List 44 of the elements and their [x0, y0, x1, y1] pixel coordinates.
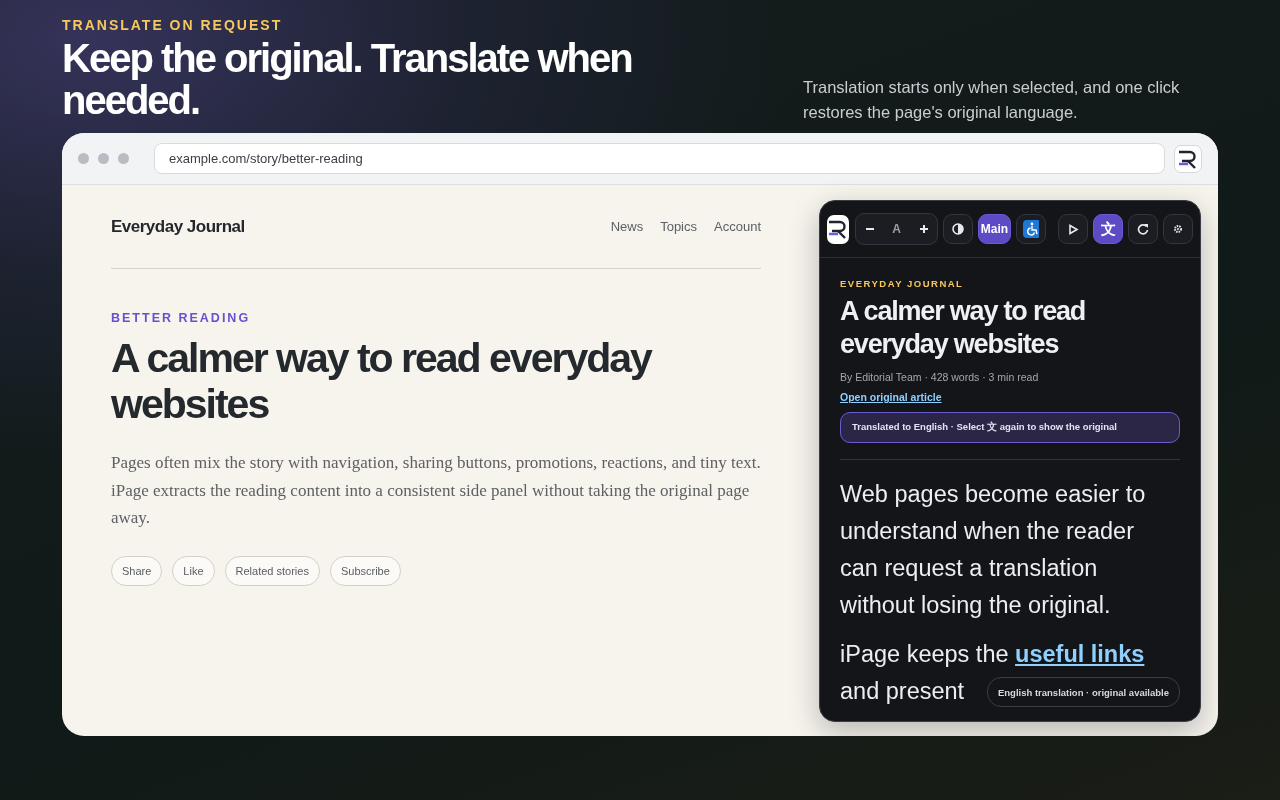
- toolbar-button[interactable]: A: [883, 214, 910, 244]
- contrast-icon: [952, 223, 964, 235]
- hero-headline: Keep the original. Translate when needed.: [62, 37, 633, 121]
- window-dot[interactable]: [118, 153, 129, 164]
- eyebrow-label: TRANSLATE ON REQUEST: [62, 17, 284, 33]
- article-title: A calmer way to read everyday websites: [111, 335, 653, 427]
- accessibility-button[interactable]: [1016, 214, 1046, 244]
- action-button[interactable]: Related stories: [224, 555, 320, 586]
- extension-logo-icon[interactable]: [1174, 144, 1202, 173]
- wheelchair-icon: [1023, 220, 1039, 238]
- nav-link[interactable]: News: [610, 219, 644, 234]
- refresh-icon: [1137, 223, 1149, 235]
- toolbar-button[interactable]: 文: [1093, 214, 1123, 244]
- article-lede: Pages often mix the story with navigation, sharing buttons, promotions, reactions, and tiny text. iPage extracts the reading content into a consistent side panel without taking the original page away.: [111, 452, 761, 529]
- nav-link[interactable]: Account: [714, 219, 761, 234]
- toolbar-button[interactable]: Main: [978, 214, 1011, 244]
- paragraph-continuation: and present: [840, 678, 965, 704]
- article-meta: By Editorial Team · 428 words · 3 min read: [840, 371, 1040, 383]
- play-icon: [1067, 223, 1079, 235]
- site-brand: Everyday Journal: [111, 216, 245, 237]
- panel-logo-icon[interactable]: [827, 214, 849, 244]
- settings-button[interactable]: [1163, 214, 1193, 244]
- body-paragraph: Web pages become easier to understand when the reader can request a translation without losing the original.: [840, 480, 1147, 620]
- window-dot[interactable]: [78, 153, 89, 164]
- hero-description: Translation starts only when selected, and one click restores the page's original language.: [803, 77, 1181, 123]
- panel-title: A calmer way to read everyday websites: [840, 295, 1087, 361]
- original-article-link[interactable]: Open original article: [840, 391, 942, 403]
- article-kicker: BETTER READING: [111, 311, 252, 325]
- body-paragraph: iPage keeps the useful links: [840, 640, 1145, 669]
- nav-link[interactable]: Topics: [660, 219, 697, 234]
- action-button[interactable]: Like: [172, 555, 215, 586]
- action-button[interactable]: Share: [111, 555, 163, 586]
- translation-notice: Translated to English · Select 文 again to show the original: [840, 412, 1180, 443]
- action-button[interactable]: Subscribe: [329, 555, 401, 586]
- window-dot[interactable]: [98, 153, 109, 164]
- contrast-button[interactable]: [943, 214, 973, 244]
- plus-icon: [918, 224, 929, 234]
- address-bar[interactable]: example.com/story/better-reading: [154, 143, 1165, 174]
- refresh-button[interactable]: [1128, 214, 1158, 244]
- translation-status-pill: English translation · original available: [986, 677, 1180, 707]
- settings-icon: [1173, 224, 1183, 234]
- source-label: EVERYDAY JOURNAL: [840, 278, 965, 289]
- play-button[interactable]: [1058, 214, 1088, 244]
- inline-link[interactable]: useful links: [1015, 641, 1145, 667]
